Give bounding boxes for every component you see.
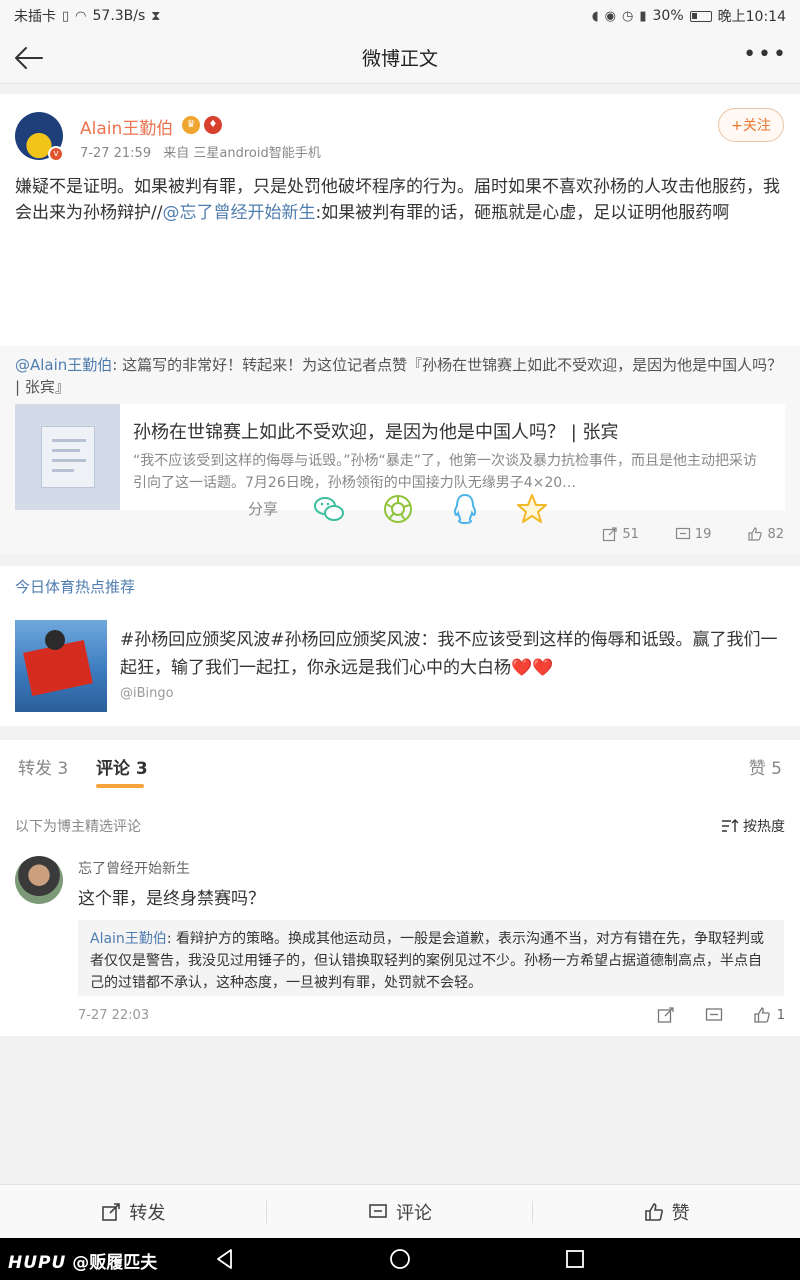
repost-button[interactable]: 转发 xyxy=(0,1185,267,1238)
repost-label: 转发 xyxy=(129,1202,166,1224)
user-badges: ♛ ♦ xyxy=(182,116,222,134)
nav-bar: 微博正文 ••• xyxy=(0,32,800,84)
post-source: 来自 三星android智能手机 xyxy=(163,146,321,161)
post-meta: 7-27 21:59 来自 三星android智能手机 xyxy=(80,142,321,161)
interaction-tabs: 转发 3 评论 3 赞 5 xyxy=(0,740,800,790)
mention-link[interactable]: @忘了曾经开始新生 xyxy=(162,203,315,223)
battery-percent: 30% xyxy=(652,8,684,24)
post-text-after: :如果被判有罪的话，砸瓶就是心虚，足以证明他服药啊 xyxy=(315,203,730,223)
moments-icon[interactable] xyxy=(381,492,415,526)
weibo-post: v Alain王勤伯 ♛ ♦ 7-27 21:59 来自 三星android智能… xyxy=(0,94,800,554)
share-label: 分享 xyxy=(248,500,279,518)
tab-repost[interactable]: 转发 3 xyxy=(18,754,68,779)
tab-like[interactable]: 赞 5 xyxy=(749,754,782,779)
article-title: 孙杨在世锦赛上如此不受欢迎，是因为他是中国人吗？ | 张宾 xyxy=(133,422,619,443)
reply-user[interactable]: Alain王勤伯 xyxy=(90,931,167,947)
repost-text: @Alain王勤伯: 这篇写的非常好！转起来！为这位记者点赞『孙杨在世锦赛上如此… xyxy=(15,354,785,398)
more-icon[interactable]: ••• xyxy=(743,42,788,67)
commenter-avatar[interactable] xyxy=(15,856,63,904)
eye-icon: ◉ xyxy=(604,8,617,24)
repost-body: : 这篇写的非常好！转起来！为这位记者点赞『孙杨在世锦赛上如此不受欢迎，是因为他… xyxy=(15,356,783,396)
tab-comment[interactable]: 评论 3 xyxy=(96,754,148,779)
like-button[interactable]: 赞 xyxy=(533,1185,800,1238)
favorite-star-icon[interactable] xyxy=(515,492,549,526)
follow-label: +关注 xyxy=(731,118,771,134)
hot-text: #孙杨回应颁奖风波#孙杨回应颁奖风波：我不应该受到这样的侮辱和诋毁。赢了我们一起… xyxy=(120,630,778,678)
comment-actions: 1 xyxy=(657,1006,785,1024)
status-bar: 未插卡 ▯ ◠ 57.3B/s ⧗ ◖ ◉ ◷ ▮ 30% 晚上10:14 xyxy=(0,0,800,32)
active-tab-indicator xyxy=(96,784,144,788)
hourglass-icon: ⧗ xyxy=(151,8,161,24)
watermark-brand: HUPU xyxy=(8,1253,67,1273)
wifi-icon: ◠ xyxy=(75,8,87,24)
watermark: HUPU @贩履匹夫 xyxy=(8,1248,157,1273)
back-arrow-icon[interactable] xyxy=(12,42,46,74)
comment-reply-icon[interactable] xyxy=(705,1006,723,1024)
comment-like-icon xyxy=(754,1007,770,1023)
post-username[interactable]: Alain王勤伯 xyxy=(80,114,173,139)
repost-mention-link[interactable]: @Alain王勤伯 xyxy=(15,356,112,374)
post-text: 嫌疑不是证明。如果被判有罪，只是处罚他破坏程序的行为。届时如果不喜欢孙杨的人攻击… xyxy=(15,174,785,226)
share-row: 分享 xyxy=(0,488,800,532)
follow-button[interactable]: +关注 xyxy=(718,108,784,142)
thumbs-up-icon xyxy=(644,1202,663,1221)
hot-thumbnail xyxy=(15,620,107,712)
sim-card-icon: ▯ xyxy=(62,8,70,24)
comments-section: 转发 3 评论 3 赞 5 以下为博主精选评论 按热度 忘了曾经开始新生 这个罪… xyxy=(0,740,800,1036)
comment-repost-icon[interactable] xyxy=(657,1006,675,1024)
hot-source: @iBingo xyxy=(120,686,174,701)
like-label: 赞 xyxy=(671,1202,690,1224)
bottom-action-bar: 转发 评论 赞 xyxy=(0,1184,800,1238)
selected-comments-label: 以下为博主精选评论 xyxy=(15,819,141,835)
system-navigation-bar: HUPU @贩履匹夫 xyxy=(0,1238,800,1280)
document-icon xyxy=(41,426,95,488)
sort-button[interactable]: 按热度 xyxy=(721,816,785,836)
athlete-image xyxy=(45,630,65,650)
hot-header: 今日体育热点推荐 xyxy=(15,578,136,596)
repost-icon xyxy=(102,1202,121,1221)
comment-button[interactable]: 评论 xyxy=(267,1185,534,1238)
nav-back-icon[interactable] xyxy=(213,1247,237,1271)
comment-like-button[interactable]: 1 xyxy=(753,1006,785,1024)
sort-label: 按热度 xyxy=(743,819,785,835)
headset-icon: ◖ xyxy=(591,8,599,24)
alarm-icon: ◷ xyxy=(622,8,634,24)
sort-icon xyxy=(722,819,739,832)
comment-like-count: 1 xyxy=(776,1007,785,1023)
watermark-handle: @贩履匹夫 xyxy=(72,1253,158,1273)
qq-icon[interactable] xyxy=(448,492,482,526)
vibrate-icon: ▮ xyxy=(639,8,647,24)
wechat-icon[interactable] xyxy=(312,492,346,526)
nav-home-icon[interactable] xyxy=(388,1247,412,1271)
battery-icon xyxy=(689,10,712,22)
network-speed: 57.3B/s xyxy=(92,8,146,24)
verified-badge-icon: v xyxy=(48,146,64,162)
hot-recommendation[interactable]: 今日体育热点推荐 #孙杨回应颁奖风波#孙杨回应颁奖风波：我不应该受到这样的侮辱和… xyxy=(0,566,800,726)
commenter-name[interactable]: 忘了曾经开始新生 xyxy=(78,858,190,878)
nav-recents-icon[interactable] xyxy=(563,1247,587,1271)
reply-text: : 看辩护方的策略。换成其他运动员，一般是会道歉，表示沟通不当，对方有错在先，争… xyxy=(90,931,764,991)
clock: 晚上10:14 xyxy=(717,9,786,25)
comment-icon xyxy=(369,1203,387,1218)
member-badge-icon[interactable]: ♦ xyxy=(204,116,222,134)
comment-reply[interactable]: Alain王勤伯: 看辩护方的策略。换成其他运动员，一般是会道歉，表示沟通不当，… xyxy=(78,920,784,996)
post-time: 7-27 21:59 xyxy=(80,146,152,161)
comment-time: 7-27 22:03 xyxy=(78,1008,150,1023)
comment-text: 这个罪，是终身禁赛吗？ xyxy=(78,889,265,909)
sim-status: 未插卡 xyxy=(14,9,56,25)
battery-fill xyxy=(691,12,697,19)
crown-badge-icon[interactable]: ♛ xyxy=(182,116,200,134)
comment-label: 评论 xyxy=(396,1202,432,1224)
page-title: 微博正文 xyxy=(361,48,438,70)
